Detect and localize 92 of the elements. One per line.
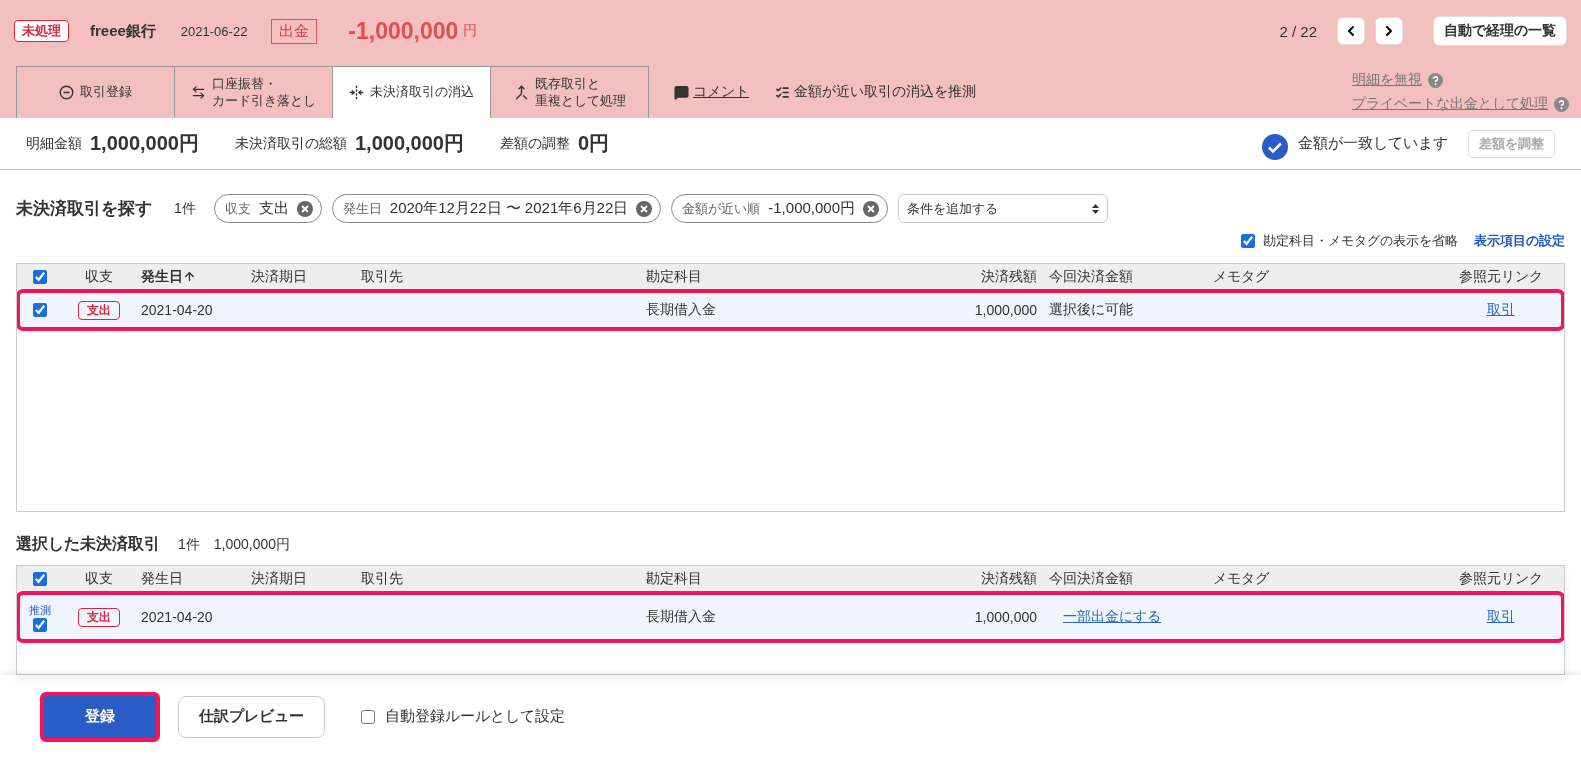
table-cell: 2021-04-20 <box>141 302 213 318</box>
column-header[interactable]: 発生日 <box>135 267 245 286</box>
guess-label: 推測 <box>29 602 51 618</box>
column-header: メモタグ <box>1212 569 1270 588</box>
condition-select[interactable]: 条件を追加する <box>898 194 1108 223</box>
summary-value: 0円 <box>577 131 610 156</box>
select-arrows-icon <box>1092 203 1099 214</box>
next-button[interactable] <box>1375 17 1403 45</box>
column-header: 決済期日 <box>250 267 308 286</box>
column-header: 勘定科目 <box>645 267 703 286</box>
select-all-checkbox[interactable] <box>33 269 47 284</box>
tab[interactable]: 既存取引と 重複として処理 <box>490 66 649 118</box>
direction-badge: 出金 <box>271 18 318 44</box>
omit-checkbox[interactable] <box>1241 234 1255 248</box>
table-cell: 1,000,000 <box>974 302 1037 318</box>
transaction-link[interactable]: 取引 <box>1486 301 1515 319</box>
help-icon[interactable] <box>1554 96 1569 112</box>
type-badge: 支出 <box>78 300 120 320</box>
sort-arrow-icon <box>183 270 196 283</box>
filter-value: -1,000,000円 <box>768 199 855 218</box>
match-status: 金額が一致しています <box>1298 134 1448 153</box>
filter-value: 2020年12月22日 〜 2021年6月22日 <box>389 199 629 218</box>
column-header: 決済期日 <box>250 569 308 588</box>
guess-link[interactable]: 金額が近い取引の消込を推測 <box>775 66 976 118</box>
filter-label: 収支 <box>224 199 251 218</box>
auto-rule-checkbox[interactable] <box>361 709 375 724</box>
statement-date: 2021-06-22 <box>180 23 248 39</box>
table-cell: 2021-04-20 <box>141 609 213 625</box>
summary-label: 未決済取引の総額 <box>235 134 347 153</box>
filter-label: 金額が近い順 <box>682 199 761 218</box>
swap-arrows-icon <box>191 85 206 100</box>
table-row[interactable]: 推測 支出 2021-04-20 長期借入金 1,000,000 一部出金にする 取引 <box>17 592 1564 642</box>
transaction-link[interactable]: 取引 <box>1486 608 1515 626</box>
selected-count: 1件 <box>178 535 200 554</box>
summary-label: 明細金額 <box>26 134 82 153</box>
column-header: 決済残額 <box>980 569 1038 588</box>
table-cell: 長期借入金 <box>646 301 716 319</box>
column-header: 発生日 <box>140 569 184 588</box>
table-row[interactable]: 支出 2021-04-20 長期借入金 1,000,000 選択後に可能 取引 <box>17 290 1564 330</box>
list-button[interactable]: 自動で経理の一覧 <box>1433 16 1567 46</box>
register-button[interactable]: 登録 <box>40 691 160 742</box>
column-header: 取引先 <box>360 569 404 588</box>
preview-button[interactable]: 仕訳プレビュー <box>178 695 325 738</box>
comment-icon <box>674 84 689 100</box>
column-header: 今回決済金額 <box>1048 569 1134 588</box>
selected-total: 1,000,000円 <box>213 535 291 554</box>
column-header: 収支 <box>84 569 114 588</box>
column-header: メモタグ <box>1212 267 1270 286</box>
display-settings-link[interactable]: 表示項目の設定 <box>1474 232 1565 250</box>
column-header: 決済残額 <box>980 267 1038 286</box>
column-header: 今回決済金額 <box>1048 267 1134 286</box>
clear-icon[interactable] <box>863 200 879 217</box>
select-all-checkbox[interactable] <box>33 571 47 586</box>
partial-payment-link[interactable]: 一部出金にする <box>1063 608 1161 626</box>
section-title: 選択した未決済取引 <box>16 534 160 554</box>
comment-link[interactable]: コメント <box>674 66 749 118</box>
column-header: 参照元リンク <box>1457 569 1544 588</box>
summary-value: 1,000,000円 <box>90 131 199 156</box>
help-icon[interactable] <box>1428 72 1443 88</box>
filter-label: 発生日 <box>342 199 382 218</box>
tab[interactable]: 取引登録 <box>16 66 175 118</box>
merge-arrow-icon <box>513 85 529 100</box>
summary-label: 差額の調整 <box>499 134 570 153</box>
previous-button[interactable] <box>1337 17 1365 45</box>
column-header: 取引先 <box>360 267 404 286</box>
result-count: 1件 <box>174 199 196 218</box>
column-header: 参照元リンク <box>1457 267 1544 286</box>
clear-icon[interactable] <box>296 200 313 217</box>
row-checkbox[interactable] <box>33 617 47 632</box>
statement-amount: -1,000,000 <box>348 17 459 45</box>
check-circle-icon <box>1262 133 1288 160</box>
table-cell: 1,000,000 <box>974 609 1037 625</box>
bank-name: freee銀行 <box>90 21 156 41</box>
tab[interactable]: 未決済取引の消込 <box>332 66 491 118</box>
list-check-icon <box>775 84 790 100</box>
currency-label: 円 <box>463 22 478 40</box>
table-cell: 長期借入金 <box>646 608 716 626</box>
summary-value: 1,000,000円 <box>355 131 464 156</box>
auto-rule-option[interactable]: 自動登録ルールとして設定 <box>361 707 565 726</box>
minus-circle-icon <box>59 85 74 100</box>
table-cell: 選択後に可能 <box>1049 301 1133 319</box>
clear-icon[interactable] <box>636 200 653 217</box>
column-header: 収支 <box>84 267 114 286</box>
omit-option[interactable]: 勘定科目・メモタグの表示を省略 <box>1241 232 1458 250</box>
type-badge: 支出 <box>78 607 120 627</box>
status-badge: 未処理 <box>14 20 69 42</box>
pager-text: 2 / 22 <box>1279 22 1317 40</box>
fold-arrows-icon <box>349 85 364 100</box>
column-header: 勘定科目 <box>645 569 703 588</box>
row-checkbox[interactable] <box>33 303 47 317</box>
filter-value: 支出 <box>258 199 289 218</box>
section-title: 未決済取引を探す <box>16 198 152 220</box>
